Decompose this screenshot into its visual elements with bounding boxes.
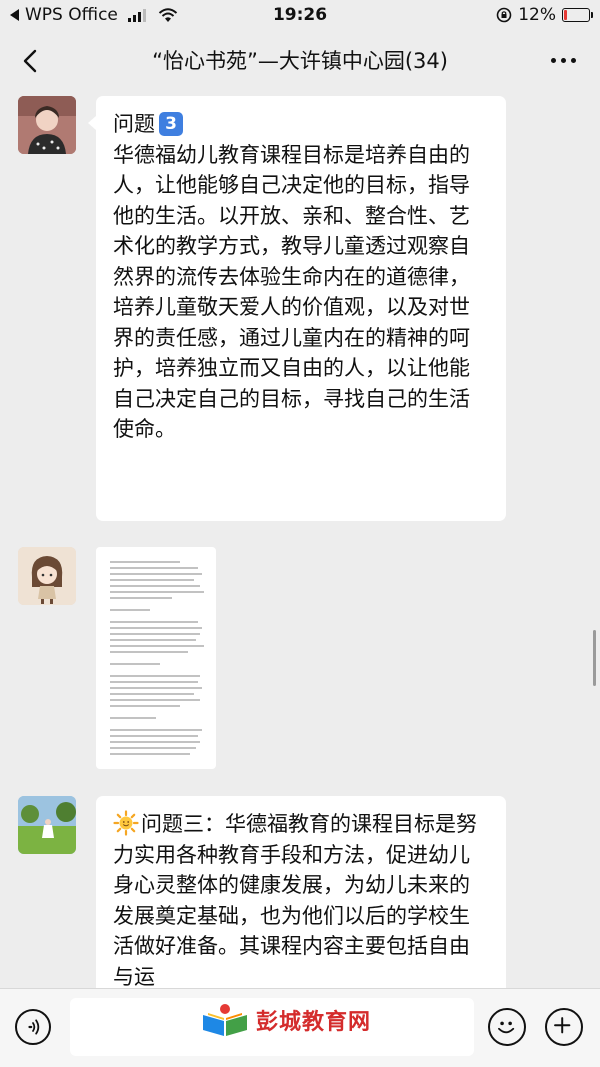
number-badge-icon: 3	[159, 112, 183, 137]
document-line	[110, 717, 156, 719]
sun-icon	[113, 810, 139, 836]
document-line	[110, 681, 198, 683]
message-bubble[interactable]: 问题三：华德福教育的课程目标是努力实用各种教育手段和方法，促进幼儿身心灵整体的健…	[96, 796, 506, 996]
avatar-woman-image	[18, 96, 76, 154]
scrollbar[interactable]	[593, 630, 596, 686]
chat-header: “怡心书苑”—大许镇中心园(34)	[0, 32, 600, 90]
status-right: 12%	[496, 5, 593, 25]
book-logo-icon	[203, 1004, 247, 1036]
more-dots-icon[interactable]	[551, 58, 576, 63]
message-text: 问题三：华德福教育的课程目标是努力实用各种教育手段和方法，促进幼儿身心灵整体的健…	[96, 796, 506, 996]
avatar[interactable]	[18, 96, 76, 154]
document-line	[110, 621, 198, 623]
document-line	[110, 729, 202, 731]
message-body: 华德福幼儿教育课程目标是培养自由的人，让他能够自己决定他的目标，指导他的生活。以…	[113, 142, 470, 442]
avatar[interactable]	[18, 547, 76, 605]
document-line	[110, 597, 172, 599]
avatar-field-image	[18, 796, 76, 854]
document-line	[110, 573, 202, 575]
message-body: 华德福教育的课程目标是努力实用各种教育手段和方法，促进幼儿身心灵整体的健康发展，…	[113, 812, 477, 989]
document-line	[110, 735, 198, 737]
rotation-lock-icon	[496, 7, 512, 23]
heading-label: 问题三：	[141, 812, 225, 836]
message-heading: 问题 3	[113, 109, 490, 140]
chevron-left-icon[interactable]	[18, 48, 44, 74]
message-bubble[interactable]: 问题 3 华德福幼儿教育课程目标是培养自由的人，让他能够自己决定他的目标，指导他…	[88, 96, 506, 521]
document-line	[110, 639, 196, 641]
document-line	[110, 579, 194, 581]
document-line	[110, 627, 202, 629]
document-line	[110, 753, 190, 755]
document-line	[110, 609, 150, 611]
document-image-message[interactable]	[96, 547, 216, 769]
document-line	[110, 741, 200, 743]
document-line	[110, 693, 194, 695]
document-line	[110, 591, 204, 593]
battery-level	[564, 10, 567, 20]
message-text: 问题 3 华德福幼儿教育课程目标是培养自由的人，让他能够自己决定他的目标，指导他…	[96, 96, 506, 457]
document-line	[110, 663, 160, 665]
watermark: 彭城教育网	[200, 1000, 371, 1040]
battery-icon	[562, 8, 593, 22]
emoji-icon[interactable]	[488, 1008, 526, 1046]
document-line	[110, 633, 200, 635]
document-line	[110, 585, 200, 587]
document-line	[110, 699, 200, 701]
voice-icon[interactable]	[15, 1009, 51, 1045]
message-heading: 问题三：	[113, 810, 225, 836]
document-line	[110, 687, 202, 689]
document-line	[110, 645, 204, 647]
status-bar: WPS Office 19:26 12%	[0, 0, 600, 32]
document-line	[110, 747, 196, 749]
heading-label: 问题	[113, 112, 155, 136]
chat-title: “怡心书苑”—大许镇中心园(34)	[152, 49, 448, 73]
avatar-cartoon-girl-image	[18, 547, 76, 605]
document-line	[110, 567, 198, 569]
avatar[interactable]	[18, 796, 76, 854]
battery-percent: 12%	[518, 5, 556, 25]
document-line	[110, 651, 188, 653]
document-line	[110, 561, 180, 563]
watermark-text: 彭城教育网	[256, 1010, 372, 1035]
plus-icon[interactable]	[545, 1008, 583, 1046]
document-line	[110, 705, 180, 707]
document-line	[110, 675, 200, 677]
